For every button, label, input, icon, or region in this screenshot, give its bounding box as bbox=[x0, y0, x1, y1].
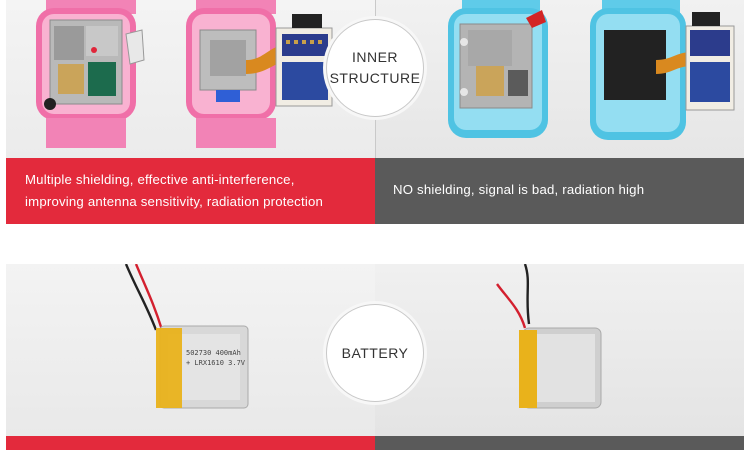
blue-watch-illustration bbox=[448, 0, 735, 140]
battery-label-line2: + LRX1610 3.7V bbox=[186, 359, 246, 367]
badge-battery: BATTERY bbox=[341, 344, 409, 361]
pink-watch-1 bbox=[36, 0, 145, 148]
battery-label-line1: 502730 400mAh bbox=[186, 349, 241, 357]
caption-band-shielding: Multiple shielding, effective anti-inter… bbox=[6, 158, 375, 224]
battery-right-illustration bbox=[496, 264, 602, 409]
caption-no-shielding: NO shielding, signal is bad, radiation h… bbox=[393, 182, 645, 197]
pink-watch-2 bbox=[186, 0, 333, 148]
photo-pink-watch-internals bbox=[6, 0, 376, 158]
badge-structure: STRUCTURE bbox=[329, 70, 421, 86]
battery-printed-label: 502730 400mAh + LRX1610 3.7V bbox=[186, 348, 245, 368]
caption-band-no-shielding: NO shielding, signal is bad, radiation h… bbox=[375, 158, 744, 224]
battery-badge: BATTERY bbox=[326, 304, 424, 402]
caption-shielding-line2: improving antenna sensitivity, radiation… bbox=[25, 194, 324, 209]
caption-shielding-line1: Multiple shielding, effective anti-inter… bbox=[25, 172, 295, 187]
blue-watch-1 bbox=[448, 0, 548, 138]
photo-battery-protected: 502730 400mAh + LRX1610 3.7V bbox=[6, 264, 375, 436]
battery-band-red bbox=[6, 436, 375, 450]
inner-structure-badge: INNER STRUCTURE bbox=[326, 19, 424, 117]
battery-band-gray bbox=[375, 436, 744, 450]
badge-inner: INNER bbox=[351, 49, 399, 65]
photo-blue-watch-internals bbox=[376, 0, 744, 158]
pink-watch-illustration bbox=[36, 0, 333, 148]
blue-watch-2 bbox=[590, 0, 735, 140]
photo-battery-unprotected bbox=[375, 264, 744, 436]
